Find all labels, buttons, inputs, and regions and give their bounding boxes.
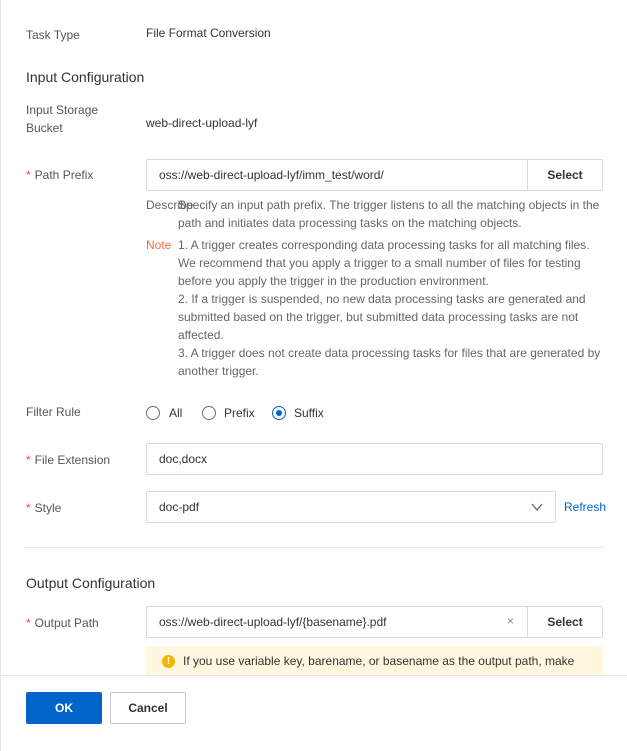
style-label-text: Style (34, 501, 62, 515)
file-extension-label: * File Extension (26, 451, 110, 469)
storage-bucket-label-line1: Input Storage (26, 103, 99, 117)
note-line: submitted based on the trigger, but subm… (178, 310, 579, 324)
note-line: before you apply the trigger in the prod… (178, 274, 489, 288)
storage-bucket-label-line2: Bucket (26, 121, 63, 135)
describe-line2: path and initiates data processing tasks… (178, 216, 522, 230)
warning-text: If you use variable key, barename, or ba… (183, 654, 575, 668)
style-select[interactable]: doc-pdf (146, 491, 556, 523)
output-path-value: oss://web-direct-upload-lyf/{basename}.p… (159, 615, 387, 629)
task-type-value: File Format Conversion (146, 26, 271, 40)
note-line: 1. A trigger creates corresponding data … (178, 238, 590, 252)
filter-prefix-radio[interactable] (202, 406, 216, 420)
output-path-warning: ! If you use variable key, barename, or … (146, 646, 603, 676)
task-config-panel: Task Type File Format Conversion Input C… (0, 0, 627, 751)
filter-rule-label: Filter Rule (26, 405, 81, 419)
file-extension-label-text: File Extension (34, 453, 111, 467)
warning-icon: ! (162, 655, 175, 668)
file-extension-input[interactable]: doc,docx (146, 443, 603, 475)
filter-prefix-label[interactable]: Prefix (224, 406, 255, 420)
section-divider (25, 547, 604, 548)
required-mark: * (26, 168, 31, 182)
style-select-value: doc-pdf (159, 500, 200, 514)
clear-icon[interactable]: × (507, 614, 514, 628)
output-path-input[interactable]: oss://web-direct-upload-lyf/{basename}.p… (146, 606, 529, 638)
note-line: affected. (178, 328, 224, 342)
filter-suffix-radio[interactable] (272, 406, 286, 420)
filter-all-radio[interactable] (146, 406, 160, 420)
path-prefix-input[interactable]: oss://web-direct-upload-lyf/imm_test/wor… (146, 159, 529, 191)
note-label: Note (146, 238, 172, 252)
required-mark: * (26, 501, 31, 515)
path-prefix-label-text: Path Prefix (34, 168, 94, 182)
path-prefix-select-button[interactable]: Select (527, 159, 603, 191)
output-path-label-text: Output Path (34, 616, 99, 630)
note-line: We recommend that you apply a trigger to… (178, 256, 581, 270)
note-line: 2. If a trigger is suspended, no new dat… (178, 292, 586, 306)
cancel-button[interactable]: Cancel (110, 692, 186, 724)
ok-button[interactable]: OK (26, 692, 102, 724)
filter-all-label[interactable]: All (169, 406, 182, 420)
style-label: * Style (26, 499, 61, 517)
required-mark: * (26, 616, 31, 630)
task-type-label: Task Type (26, 28, 80, 42)
output-path-label: * Output Path (26, 614, 99, 632)
storage-bucket-value: web-direct-upload-lyf (146, 116, 258, 130)
note-line: another trigger. (178, 364, 259, 378)
refresh-link[interactable]: Refresh (564, 500, 606, 514)
output-path-select-button[interactable]: Select (527, 606, 603, 638)
input-config-title: Input Configuration (26, 69, 145, 85)
path-prefix-label: * Path Prefix (26, 166, 93, 184)
chevron-down-icon[interactable] (531, 502, 543, 512)
dialog-footer: OK Cancel (1, 675, 627, 751)
output-config-title: Output Configuration (26, 575, 156, 591)
describe-line1: Specify an input path prefix. The trigge… (178, 198, 600, 212)
note-line: 3. A trigger does not create data proces… (178, 346, 601, 360)
filter-suffix-label[interactable]: Suffix (294, 406, 324, 420)
required-mark: * (26, 453, 31, 467)
